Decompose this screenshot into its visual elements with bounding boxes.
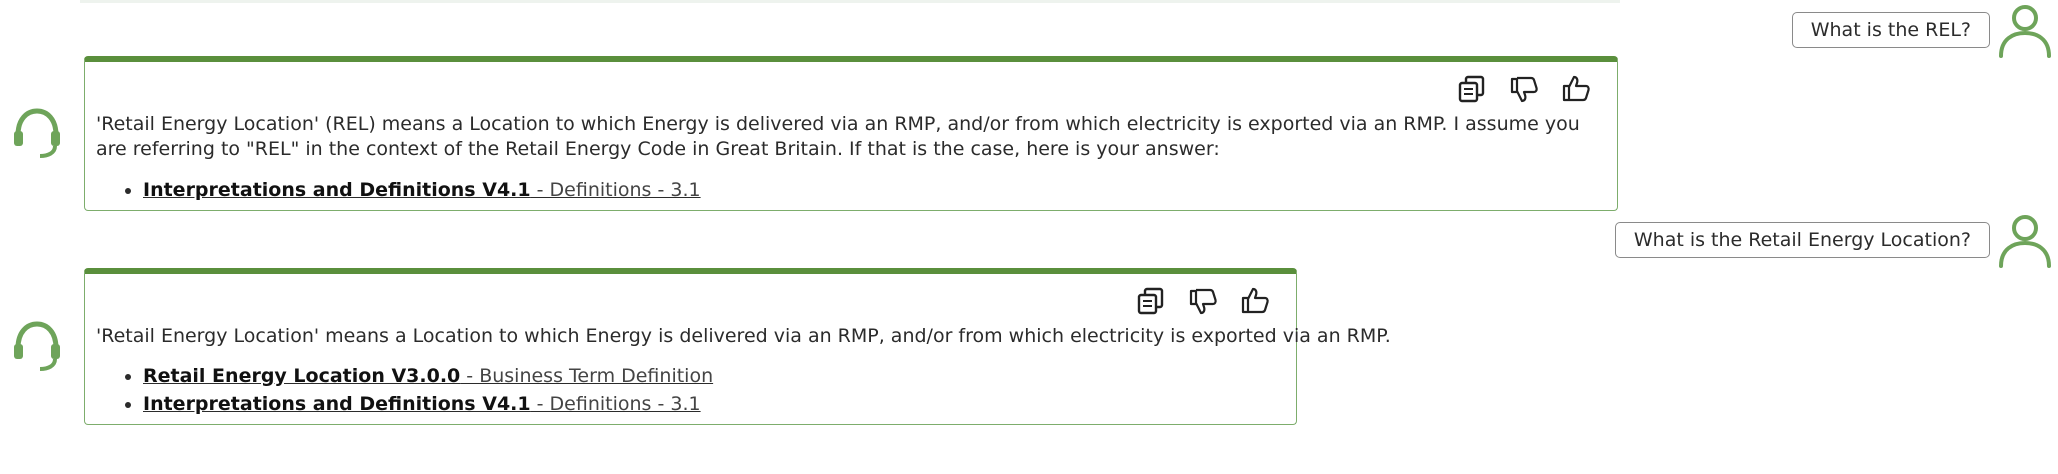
user-icon (1999, 5, 2051, 58)
reference-item: Interpretations and Definitions V4.1 - D… (143, 176, 701, 204)
user-question-bubble: What is the Retail Energy Location? (1614, 222, 1990, 258)
user-message: What is the Retail Energy Location? (1614, 210, 2058, 270)
reference-list: Retail Energy Location V3.0.0 - Business… (121, 362, 713, 418)
user-question-bubble: What is the REL? (1791, 12, 1990, 48)
previous-message-edge (80, 0, 1620, 3)
reference-detail: - Definitions - 3.1 (530, 393, 701, 415)
reference-link[interactable]: Interpretations and Definitions V4.1 - D… (143, 393, 701, 415)
bot-answer-card: 'Retail Energy Location' means a Locatio… (84, 268, 1391, 425)
thumbs-up-icon[interactable] (1240, 286, 1270, 316)
answer-text: 'Retail Energy Location' means a Locatio… (96, 325, 1391, 347)
reference-list: Interpretations and Definitions V4.1 - D… (121, 176, 701, 204)
answer-actions (1457, 74, 1591, 104)
reference-link[interactable]: Retail Energy Location V3.0.0 - Business… (143, 365, 713, 387)
thumbs-down-icon[interactable] (1188, 286, 1218, 316)
user-message: What is the REL? (1791, 0, 2058, 60)
reference-detail: - Business Term Definition (460, 365, 714, 387)
user-icon (1999, 215, 2051, 268)
answer-actions (1136, 286, 1270, 316)
headset-icon (14, 108, 60, 158)
reference-item: Retail Energy Location V3.0.0 - Business… (143, 362, 713, 390)
reference-title: Interpretations and Definitions V4.1 (143, 393, 531, 415)
headset-icon (14, 321, 60, 371)
reference-item: Interpretations and Definitions V4.1 - D… (143, 390, 713, 418)
answer-text: 'Retail Energy Location' (REL) means a L… (96, 113, 1580, 160)
reference-link[interactable]: Interpretations and Definitions V4.1 - D… (143, 179, 701, 201)
copy-icon[interactable] (1136, 286, 1166, 316)
reference-title: Interpretations and Definitions V4.1 (143, 179, 531, 201)
thumbs-down-icon[interactable] (1509, 74, 1539, 104)
reference-title: Retail Energy Location V3.0.0 (143, 365, 461, 387)
reference-detail: - Definitions - 3.1 (530, 179, 701, 201)
thumbs-up-icon[interactable] (1561, 74, 1591, 104)
bot-answer-card: 'Retail Energy Location' (REL) means a L… (84, 56, 1618, 211)
copy-icon[interactable] (1457, 74, 1487, 104)
